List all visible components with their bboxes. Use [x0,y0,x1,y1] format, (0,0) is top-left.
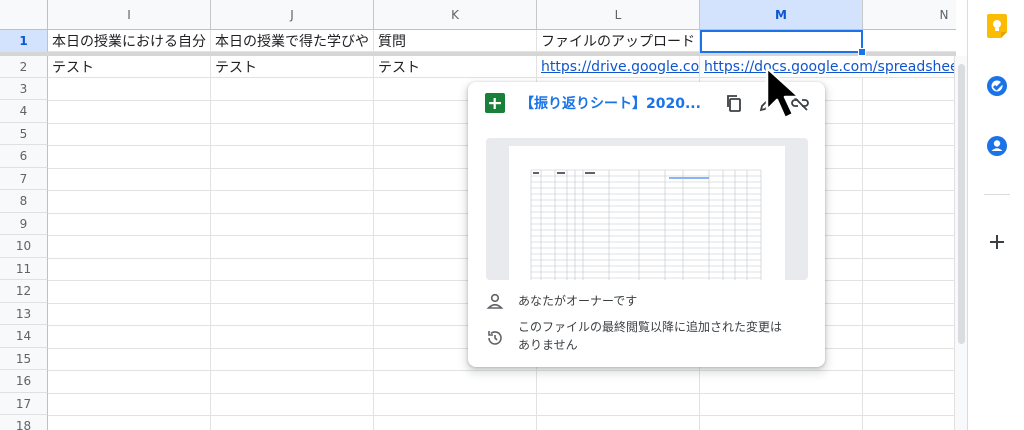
side-panel-divider [984,194,1010,195]
link-preview-card: 【振り返りシート】2020... あなたがオーナーです このファイルの最終閲覧以… [468,82,825,367]
cell-i2[interactable]: テスト [48,56,211,78]
row-header-14[interactable]: 14 [0,325,48,348]
cell-l2-link[interactable]: https://drive.google.com/ [537,56,700,78]
row-header-8[interactable]: 8 [0,190,48,213]
select-all-corner[interactable] [0,0,48,30]
changes-info-line-1: このファイルの最終閲覧以降に追加された変更は [518,320,783,334]
sheets-icon [485,93,505,117]
row-header-18[interactable]: 18 [0,415,48,430]
row-header-12[interactable]: 12 [0,280,48,303]
cell-k1[interactable]: 質問 [374,30,537,52]
thumbnail-page [509,146,785,280]
copy-link-icon[interactable] [724,93,744,117]
scrollbar-thumb[interactable] [958,64,965,344]
person-icon [486,292,504,314]
row-header-17[interactable]: 17 [0,393,48,415]
mouse-cursor-icon [765,66,801,120]
row-header-11[interactable]: 11 [0,258,48,280]
changes-info: このファイルの最終閲覧以降に追加された変更は ありません [518,318,782,354]
history-icon [486,329,504,351]
active-cell-selection [700,30,863,53]
cell-j2[interactable]: テスト [211,56,374,78]
column-header-i[interactable]: I [48,0,211,30]
row-header-9[interactable]: 9 [0,213,48,235]
cell-l1[interactable]: ファイルのアップロード [537,30,700,52]
cell-m2-link[interactable]: https://docs.google.com/spreadsheets/d [700,56,956,78]
row-header-10[interactable]: 10 [0,235,48,258]
column-header-j[interactable]: J [211,0,374,30]
tasks-icon[interactable] [985,74,1009,98]
cell-j1[interactable]: 本日の授業で得た学びや [211,30,374,52]
linked-file-title[interactable]: 【振り返りシート】2020... [520,93,701,113]
side-panel [967,0,1024,430]
column-header-n[interactable]: N [863,0,956,30]
contacts-icon[interactable] [985,134,1009,158]
row-header-2[interactable]: 2 [0,56,48,78]
changes-info-line-2: ありません [518,338,578,352]
row-header-7[interactable]: 7 [0,168,48,190]
column-header-m[interactable]: M [700,0,863,30]
row-header-1[interactable]: 1 [0,30,48,52]
column-header-l[interactable]: L [537,0,700,30]
column-header-k[interactable]: K [374,0,537,30]
cell-n1[interactable] [863,30,956,52]
fill-handle[interactable] [858,48,866,56]
owner-info: あなたがオーナーです [518,294,638,308]
vertical-scrollbar[interactable] [954,56,967,430]
cell-i1[interactable]: 本日の授業における自分 [48,30,211,52]
row-header-16[interactable]: 16 [0,370,48,393]
file-thumbnail[interactable] [486,138,808,280]
row-header-4[interactable]: 4 [0,100,48,123]
row-header-6[interactable]: 6 [0,145,48,168]
row-header-13[interactable]: 13 [0,303,48,325]
row-header-15[interactable]: 15 [0,348,48,370]
row-header-5[interactable]: 5 [0,123,48,145]
keep-icon[interactable] [985,14,1009,38]
row-header-3[interactable]: 3 [0,78,48,100]
add-icon[interactable] [985,230,1009,254]
cell-k2[interactable]: テスト [374,56,537,78]
